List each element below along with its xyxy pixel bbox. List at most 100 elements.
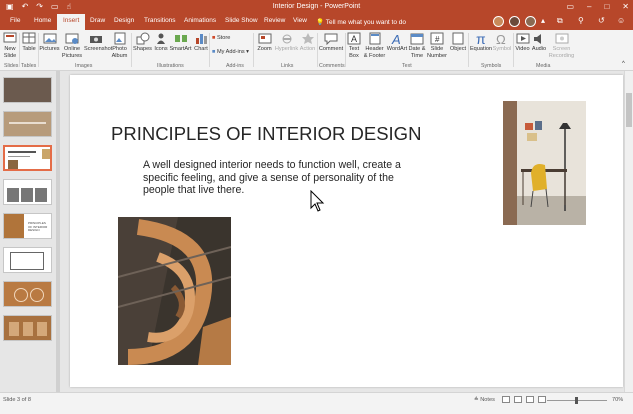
picture-icon <box>43 33 56 44</box>
scrollbar-thumb[interactable] <box>626 93 632 127</box>
ribbon-tabs: File Home Insert Draw Design Transitions… <box>0 14 633 30</box>
pictures-button[interactable]: Pictures <box>39 32 60 53</box>
online-pictures-button[interactable]: Online Pictures <box>61 32 83 59</box>
new-slide-button[interactable]: New Slide <box>2 32 18 59</box>
tab-file[interactable]: File <box>10 17 20 24</box>
ribbon-display-icon[interactable]: ▭ <box>566 2 574 11</box>
hyperlink-button[interactable]: Hyperlink <box>274 32 299 53</box>
my-addins-button[interactable]: ■ My Add-ins ▾ <box>212 49 249 56</box>
vertical-scrollbar[interactable] <box>624 71 633 392</box>
slide-show-button[interactable] <box>538 396 546 403</box>
smartart-icon <box>174 35 187 42</box>
minimize-button[interactable]: – <box>587 2 591 11</box>
group-separator <box>253 33 254 67</box>
slide-thumbnail[interactable] <box>3 111 52 137</box>
symbol-button[interactable]: Ω Symbol <box>492 32 512 53</box>
zoom-slider-thumb[interactable] <box>575 397 578 404</box>
slide-body-text[interactable]: A well designed interior needs to functi… <box>143 159 413 197</box>
current-slide[interactable]: PRINCIPLES OF INTERIOR DESIGN A well des… <box>70 75 623 387</box>
icons-button[interactable]: Icons <box>153 32 169 53</box>
date-time-button[interactable]: Date & Time <box>408 32 426 59</box>
slide-thumbnail[interactable] <box>3 77 52 103</box>
zoom-button[interactable]: Zoom <box>256 32 273 53</box>
photo-album-button[interactable]: Photo Album <box>109 32 130 59</box>
slide-thumbnail[interactable] <box>3 315 52 341</box>
action-button[interactable]: Action <box>299 32 316 53</box>
shapes-button[interactable]: Shapes <box>133 32 152 53</box>
slide-title[interactable]: PRINCIPLES OF INTERIOR DESIGN <box>111 123 421 145</box>
addins-icon: ■ <box>212 49 216 55</box>
collapse-ribbon-icon[interactable]: ^ <box>622 61 625 68</box>
tab-animations[interactable]: Animations <box>184 17 216 24</box>
store-button[interactable]: ■ Store <box>212 35 230 42</box>
text-box-button[interactable]: A Text Box <box>346 32 362 59</box>
tab-design[interactable]: Design <box>114 17 134 24</box>
thumb-block <box>35 188 47 202</box>
thumb-title-line <box>8 151 36 153</box>
slide-thumbnail[interactable]: PRINCIPLES OF INTERIOR DESIGN <box>3 213 52 239</box>
wordart-button[interactable]: A WordArt <box>386 32 408 53</box>
normal-view-button[interactable] <box>502 396 510 403</box>
notes-button[interactable]: ≙ Notes <box>474 397 495 403</box>
collaborators-count-icon[interactable]: ▴ <box>541 16 545 25</box>
collaborator-avatar[interactable] <box>525 16 536 27</box>
thumb-block <box>23 322 33 336</box>
table-button[interactable]: Table <box>21 32 37 53</box>
slide-thumbnail-selected[interactable] <box>3 145 52 171</box>
pi-icon: π <box>476 32 486 45</box>
tab-insert[interactable]: Insert <box>57 14 86 30</box>
account-icon[interactable]: ⚲ <box>578 16 584 25</box>
tab-draw[interactable]: Draw <box>90 17 105 24</box>
lightbulb-icon: 💡 <box>316 19 326 26</box>
tab-slide-show[interactable]: Slide Show <box>225 17 258 24</box>
collaborator-avatar[interactable] <box>493 16 504 27</box>
table-icon <box>22 32 36 44</box>
room-image[interactable] <box>503 101 586 225</box>
zoom-level[interactable]: 70% <box>612 397 623 403</box>
thumb-block <box>21 188 33 202</box>
reading-view-button[interactable] <box>526 396 534 403</box>
slide-number-button[interactable]: # Slide Number <box>426 32 448 59</box>
slide-thumbnail[interactable] <box>3 247 52 273</box>
comment-button[interactable]: Comment <box>318 32 344 53</box>
video-button[interactable]: Video <box>514 32 531 53</box>
hyperlink-icon <box>282 34 291 44</box>
thumb-block <box>7 188 19 202</box>
history-icon[interactable]: ↺ <box>598 16 605 25</box>
group-label-tables: Tables <box>21 63 37 69</box>
calendar-icon <box>410 33 424 45</box>
thumb-image <box>8 160 18 169</box>
equation-button[interactable]: π Equation <box>469 32 493 53</box>
group-label-symbols: Symbols <box>481 63 502 69</box>
object-button[interactable]: Object <box>449 32 467 53</box>
screenshot-button[interactable]: Screenshot <box>84 32 112 53</box>
staircase-image[interactable] <box>118 217 231 365</box>
tell-me-box[interactable]: 💡 Tell me what you want to do <box>316 18 406 26</box>
header-footer-button[interactable]: Header & Footer <box>363 32 386 59</box>
speaker-icon <box>534 34 541 44</box>
online-picture-icon <box>65 33 79 44</box>
screen-recording-button[interactable]: Screen Recording <box>548 32 575 59</box>
group-label-text: Text <box>402 63 412 69</box>
group-label-images: Images <box>75 63 93 69</box>
tab-review[interactable]: Review <box>264 17 285 24</box>
group-label-illustrations: Illustrations <box>157 63 184 69</box>
group-label-links: Links <box>281 63 294 69</box>
group-label-comments: Comments <box>319 63 345 69</box>
chart-button[interactable]: Chart <box>193 32 209 53</box>
svg-text:Ω: Ω <box>496 32 506 45</box>
audio-button[interactable]: Audio <box>531 32 547 53</box>
close-button[interactable]: ✕ <box>622 2 629 11</box>
share-icon[interactable]: ⧉ <box>557 16 563 26</box>
collaborator-avatar[interactable] <box>509 16 520 27</box>
tab-transitions[interactable]: Transitions <box>144 17 176 24</box>
smartart-button[interactable]: SmartArt <box>169 32 192 53</box>
group-label-slides: Slides <box>4 63 19 69</box>
smiley-icon[interactable]: ☺ <box>617 16 625 25</box>
slide-thumbnail[interactable] <box>3 281 52 307</box>
slide-thumbnail[interactable] <box>3 179 52 205</box>
tab-home[interactable]: Home <box>34 17 51 24</box>
maximize-button[interactable]: □ <box>604 2 609 11</box>
slide-sorter-button[interactable] <box>514 396 522 403</box>
tab-view[interactable]: View <box>293 17 307 24</box>
